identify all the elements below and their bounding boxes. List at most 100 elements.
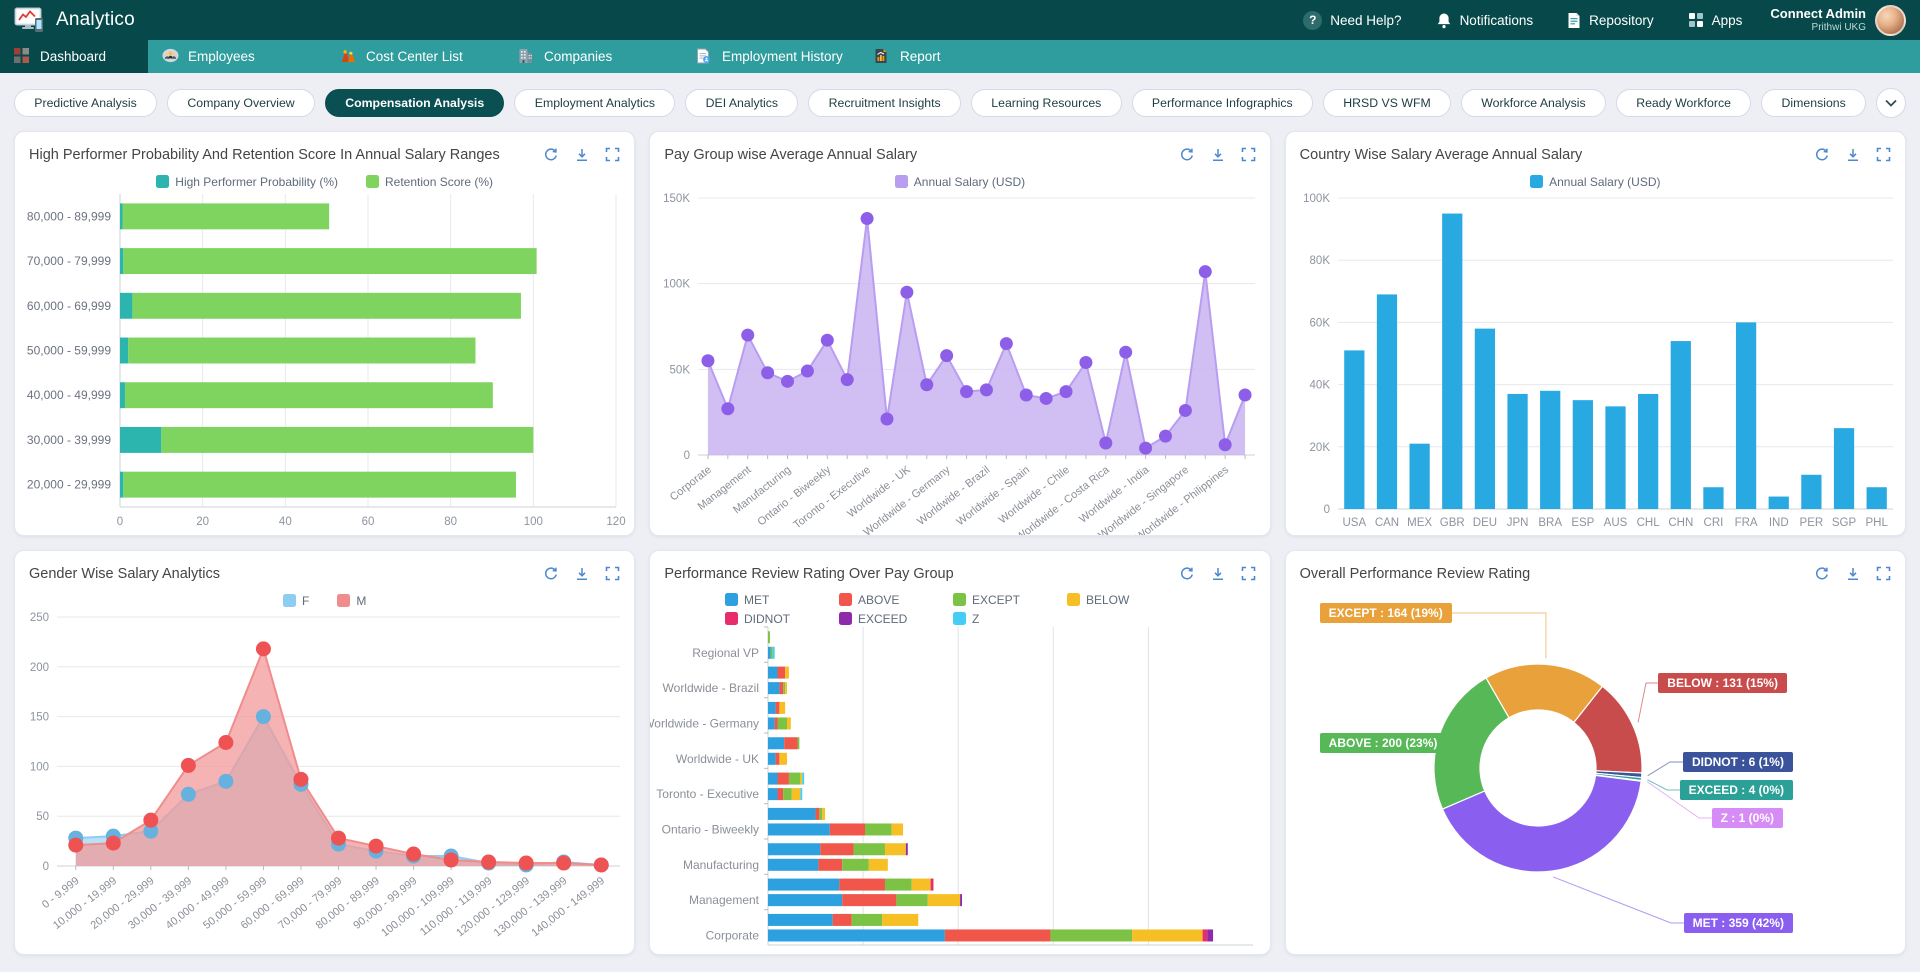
refresh-icon[interactable] — [1179, 147, 1195, 163]
legend-item-met[interactable]: MET — [725, 593, 839, 607]
legend-item-m[interactable]: M — [337, 593, 366, 609]
card-actions — [543, 566, 620, 582]
menu-notifications[interactable]: Notifications — [1436, 12, 1534, 29]
filter-pill-company-overview[interactable]: Company Overview — [167, 89, 315, 117]
user-menu[interactable]: Connect Admin Prithwi UKG — [1770, 5, 1906, 36]
card-overall-review: Overall Performance Review Rating EXCEPT… — [1285, 550, 1906, 955]
svg-text:50,000 - 59,999: 50,000 - 59,999 — [201, 875, 269, 932]
fullscreen-icon[interactable] — [605, 147, 620, 163]
refresh-icon[interactable] — [1179, 566, 1195, 582]
tab-cost-center-list[interactable]: Cost Center List — [326, 40, 504, 73]
menu-repository[interactable]: Repository — [1567, 12, 1654, 29]
legend-swatch — [895, 175, 908, 188]
svg-text:50,000 - 59,999: 50,000 - 59,999 — [27, 343, 111, 357]
avatar[interactable] — [1875, 5, 1906, 36]
tab-companies[interactable]: Companies — [504, 40, 682, 73]
svg-text:Management: Management — [689, 893, 760, 907]
header-menu: ?Need Help? Notifications Repository Apps — [1303, 11, 1742, 30]
filter-pill-performance-infographics[interactable]: Performance Infographics — [1132, 89, 1313, 117]
refresh-icon[interactable] — [543, 566, 559, 582]
filter-pill-recruitment-insights[interactable]: Recruitment Insights — [808, 89, 961, 117]
analytico-logo-icon — [14, 7, 46, 33]
legend-item-didnot[interactable]: DIDNOT — [725, 612, 839, 626]
donut-callout-exceed: EXCEED : 4 (0%) — [1680, 780, 1793, 800]
dashboard-icon — [14, 48, 31, 65]
card-pay-group-salary: Pay Group wise Average Annual Salary Ann… — [649, 131, 1270, 536]
download-icon[interactable] — [1210, 566, 1226, 582]
tab-dashboard[interactable]: Dashboard — [0, 40, 148, 73]
legend-label: EXCEPT — [972, 593, 1020, 607]
card-title: High Performer Probability And Retention… — [29, 147, 500, 163]
filter-pill-hrsd-vs-wfm[interactable]: HRSD VS WFM — [1323, 89, 1451, 117]
svg-text:MEX: MEX — [1407, 517, 1432, 529]
tab-report[interactable]: Report — [860, 40, 1038, 73]
user-org: Prithwi UKG — [1770, 22, 1866, 34]
chart-legend: FM — [15, 593, 634, 609]
fullscreen-icon[interactable] — [1876, 566, 1891, 582]
fullscreen-icon[interactable] — [1241, 566, 1256, 582]
svg-text:CAN: CAN — [1374, 517, 1398, 529]
download-icon[interactable] — [574, 147, 590, 163]
download-icon[interactable] — [574, 566, 590, 582]
legend-item-annual-salary-usd[interactable]: Annual Salary (USD) — [1530, 174, 1660, 190]
legend-item-annual-salary-usd[interactable]: Annual Salary (USD) — [895, 174, 1025, 190]
svg-text:SGP: SGP — [1832, 517, 1857, 529]
menu-label: Apps — [1712, 13, 1743, 28]
refresh-icon[interactable] — [543, 147, 559, 163]
legend-item-except[interactable]: EXCEPT — [953, 593, 1067, 607]
filter-pill-compensation-analysis[interactable]: Compensation Analysis — [325, 89, 505, 117]
legend-label: ABOVE — [858, 593, 899, 607]
tab-employees[interactable]: Employees — [148, 40, 326, 73]
filter-pill-employment-analytics[interactable]: Employment Analytics — [514, 89, 675, 117]
svg-text:100: 100 — [30, 761, 49, 773]
refresh-icon[interactable] — [1814, 566, 1830, 582]
legend-item-retention-score[interactable]: Retention Score (%) — [366, 174, 493, 190]
svg-text:80K: 80K — [1309, 255, 1330, 267]
legend-item-below[interactable]: BELOW — [1067, 593, 1181, 607]
download-icon[interactable] — [1845, 566, 1861, 582]
employees-icon — [162, 48, 179, 65]
menu-apps[interactable]: Apps — [1688, 12, 1743, 28]
legend-label: F — [302, 594, 309, 608]
question-icon: ? — [1303, 11, 1322, 30]
legend-swatch — [1067, 593, 1080, 606]
cost-center-icon — [340, 48, 356, 64]
svg-text:CHL: CHL — [1636, 517, 1660, 529]
fullscreen-icon[interactable] — [605, 566, 620, 582]
refresh-icon[interactable] — [1814, 147, 1830, 163]
legend-label: DIDNOT — [744, 612, 790, 626]
legend-item-high-performer-probability[interactable]: High Performer Probability (%) — [156, 174, 338, 190]
svg-text:60K: 60K — [1309, 317, 1330, 329]
svg-text:40,000 - 49,999: 40,000 - 49,999 — [164, 875, 232, 932]
fullscreen-icon[interactable] — [1241, 147, 1256, 163]
legend-item-f[interactable]: F — [283, 593, 309, 609]
filter-pill-workforce-analysis[interactable]: Workforce Analysis — [1461, 89, 1606, 117]
legend-swatch — [839, 612, 852, 625]
tab-label: Employment History — [722, 49, 843, 64]
download-icon[interactable] — [1845, 147, 1861, 163]
download-icon[interactable] — [1210, 147, 1226, 163]
menu-need-help[interactable]: ?Need Help? — [1303, 11, 1401, 30]
fullscreen-icon[interactable] — [1876, 147, 1891, 163]
legend-item-above[interactable]: ABOVE — [839, 593, 953, 607]
more-filters-button[interactable] — [1876, 88, 1906, 118]
legend-swatch — [366, 175, 379, 188]
legend-item-exceed[interactable]: EXCEED — [839, 612, 953, 626]
legend-label: EXCEED — [858, 612, 907, 626]
svg-text:Worldwide - Brazil: Worldwide - Brazil — [663, 681, 759, 695]
svg-text:ESP: ESP — [1571, 517, 1594, 529]
filter-pill-dimensions[interactable]: Dimensions — [1761, 89, 1866, 117]
svg-text:Regional VP: Regional VP — [693, 646, 760, 660]
filter-pill-dei-analytics[interactable]: DEI Analytics — [685, 89, 798, 117]
svg-text:0: 0 — [43, 861, 49, 873]
tab-employment-history[interactable]: Employment History — [682, 40, 860, 73]
card-actions — [543, 147, 620, 163]
legend-item-z[interactable]: Z — [953, 612, 1067, 626]
country-salary-chart: 020K40K60K80K100KUSACANMEXGBRDEUJPNBRAES… — [1286, 190, 1905, 535]
svg-text:20: 20 — [196, 516, 209, 528]
svg-text:200: 200 — [30, 662, 49, 674]
filter-pill-predictive-analysis[interactable]: Predictive Analysis — [14, 89, 157, 117]
filter-pill-learning-resources[interactable]: Learning Resources — [971, 89, 1122, 117]
filter-pill-ready-workforce[interactable]: Ready Workforce — [1616, 89, 1751, 117]
legend-label: Retention Score (%) — [385, 175, 493, 189]
